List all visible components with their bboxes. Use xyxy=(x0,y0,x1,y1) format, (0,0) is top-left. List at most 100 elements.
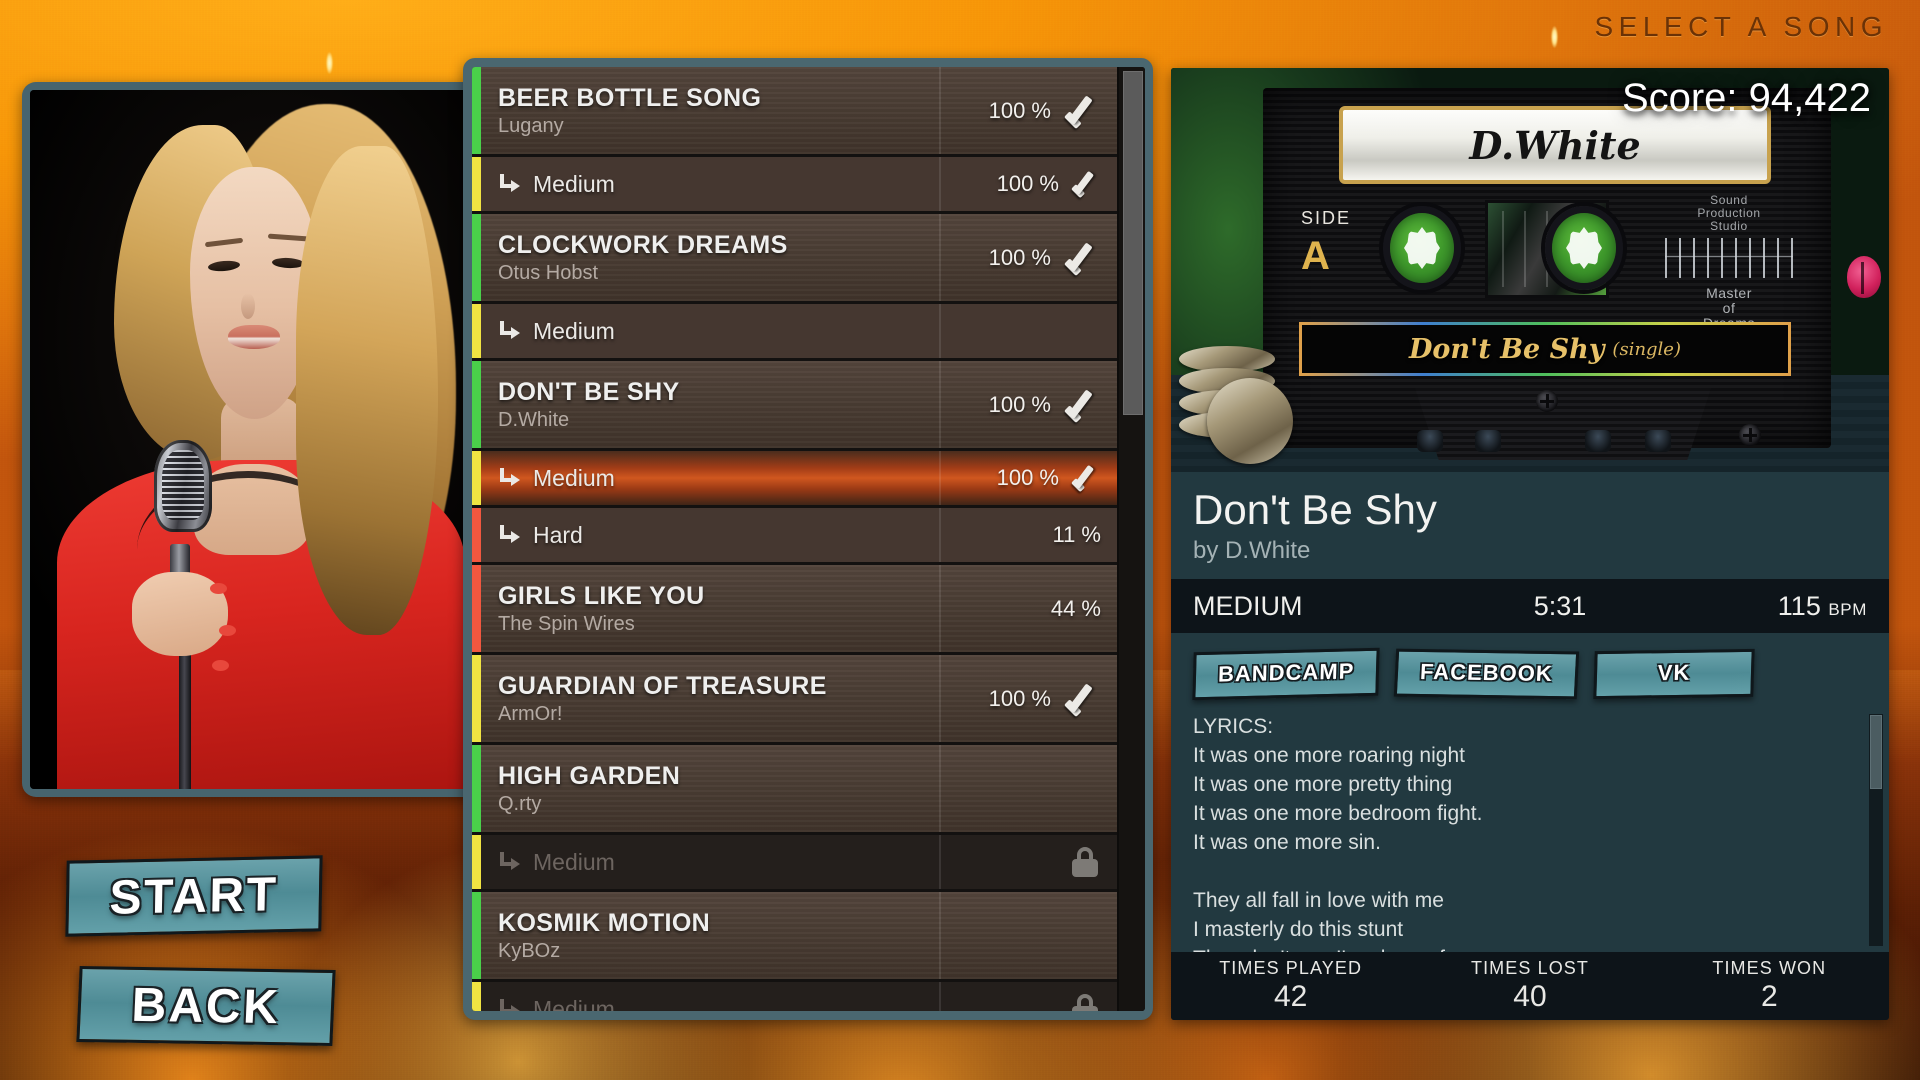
lyrics-heading: LYRICS: xyxy=(1193,715,1274,739)
score-label: Score: 94,422 xyxy=(1621,76,1871,120)
difficulty-color-bar xyxy=(472,982,481,1011)
row-status: 44 % xyxy=(939,565,1117,652)
row-body: Medium xyxy=(472,318,939,345)
song-title: GIRLS LIKE YOU xyxy=(498,581,705,610)
stat-times-played-key: TIMES PLAYED xyxy=(1219,958,1363,978)
difficulty-list-item[interactable]: Hard 11 % xyxy=(472,508,1117,565)
song-list-scroll-thumb[interactable] xyxy=(1123,71,1143,415)
row-body: BEER BOTTLE SONG Lugany xyxy=(472,84,939,138)
row-status xyxy=(939,892,1117,979)
cassette-side-word: SIDE xyxy=(1301,208,1352,228)
microphone-icon xyxy=(154,439,213,532)
equalizer-icon xyxy=(1665,238,1793,278)
screw-icon xyxy=(1739,424,1761,446)
difficulty-color-bar xyxy=(472,157,481,211)
arrow-down-right-icon xyxy=(498,321,520,341)
facebook-link-button[interactable]: FACEBOOK xyxy=(1394,648,1580,700)
song-title: HIGH GARDEN xyxy=(498,761,681,790)
cassette-studio-text: Sound Production Studio xyxy=(1697,193,1761,233)
song-list-item[interactable]: GIRLS LIKE YOU The Spin Wires 44 % xyxy=(472,565,1117,655)
external-links: BANDCAMP FACEBOOK VK xyxy=(1171,633,1889,709)
song-detail-panel: D.White SIDE A Sound Production Studio M… xyxy=(1171,68,1889,1020)
song-list-item[interactable]: CLOCKWORK DREAMS Otus Hobst 100 % xyxy=(472,214,1117,304)
cassette-side-letter: A xyxy=(1301,234,1330,278)
row-status xyxy=(939,835,1117,889)
song-list-item[interactable]: BEER BOTTLE SONG Lugany 100 % xyxy=(472,67,1117,157)
check-icon xyxy=(1061,95,1101,127)
lock-icon xyxy=(1071,994,1099,1011)
start-button-label: START xyxy=(109,867,279,925)
back-button[interactable]: BACK xyxy=(76,966,336,1046)
arrow-down-right-icon xyxy=(498,525,520,545)
row-status: 100 % xyxy=(939,67,1117,154)
difficulty-list-item[interactable]: Medium xyxy=(472,982,1117,1011)
stat-times-won-value: 2 xyxy=(1760,980,1778,1013)
difficulty-label: Medium xyxy=(533,464,615,491)
stat-times-played-value: 42 xyxy=(1273,980,1308,1013)
cassette-artist-text: D.White xyxy=(1469,122,1641,168)
singer-photo-panel xyxy=(22,82,482,797)
song-title: BEER BOTTLE SONG xyxy=(498,83,762,112)
meta-duration: 5:31 xyxy=(1533,590,1587,621)
difficulty-color-bar xyxy=(472,655,481,742)
song-artist: The Spin Wires xyxy=(498,612,635,635)
difficulty-color-bar xyxy=(472,304,481,358)
row-status: 11 % xyxy=(939,508,1117,562)
ladybug-icon xyxy=(1847,256,1881,298)
bandcamp-link-button[interactable]: BANDCAMP xyxy=(1192,647,1380,701)
difficulty-list-item[interactable]: Medium 100 % xyxy=(472,451,1117,508)
check-icon xyxy=(1061,242,1101,274)
completion-percent: 100 % xyxy=(988,391,1051,417)
row-body: KOSMIK MOTION KyBOz xyxy=(472,909,939,963)
row-status: 100 % xyxy=(939,655,1117,742)
spark-icon xyxy=(326,52,333,74)
stat-times-lost: TIMES LOST 40 xyxy=(1410,958,1649,1014)
arrow-down-right-icon xyxy=(498,468,520,488)
check-icon xyxy=(1069,465,1101,491)
stat-times-lost-key: TIMES LOST xyxy=(1470,958,1589,978)
difficulty-label-wrap: Medium xyxy=(498,849,939,876)
song-list-item[interactable]: DON'T BE SHY D.White 100 % xyxy=(472,361,1117,451)
difficulty-list-item[interactable]: Medium xyxy=(472,304,1117,361)
difficulty-label: Hard xyxy=(533,521,583,548)
row-status xyxy=(939,745,1117,832)
arrow-down-right-icon xyxy=(498,174,520,194)
song-meta-bar: MEDIUM 5:31 115 BPM xyxy=(1171,579,1889,634)
song-title: KOSMIK MOTION xyxy=(498,908,711,937)
completion-percent: 100 % xyxy=(988,97,1051,123)
difficulty-label: Medium xyxy=(533,995,615,1012)
song-title: DON'T BE SHY xyxy=(498,377,680,406)
song-list-item[interactable]: GUARDIAN OF TREASURE ArmOr! 100 % xyxy=(472,655,1117,745)
arrow-down-right-icon xyxy=(498,999,520,1011)
row-body: Medium xyxy=(472,465,939,492)
song-title: CLOCKWORK DREAMS xyxy=(498,230,788,259)
detail-song-artist: by D.White xyxy=(1193,537,1311,565)
difficulty-label-wrap: Medium xyxy=(498,318,939,345)
difficulty-color-bar xyxy=(472,835,481,889)
difficulty-list-item[interactable]: Medium 100 % xyxy=(472,157,1117,214)
song-artist: Lugany xyxy=(498,114,564,137)
row-status: 100 % xyxy=(939,157,1117,211)
song-list-item[interactable]: HIGH GARDEN Q.rty xyxy=(472,745,1117,835)
song-title: GUARDIAN OF TREASURE xyxy=(498,671,827,700)
song-list-item[interactable]: KOSMIK MOTION KyBOz xyxy=(472,892,1117,982)
row-status xyxy=(939,982,1117,1011)
vk-link-button[interactable]: VK xyxy=(1593,648,1755,700)
lyrics-box[interactable]: LYRICS: It was one more roaring night It… xyxy=(1171,708,1869,952)
song-list-scrollbar[interactable] xyxy=(1117,67,1145,1011)
row-body: Medium xyxy=(472,995,939,1012)
completion-percent: 100 % xyxy=(996,171,1059,196)
cassette-title-strip: Don't Be Shy (single) xyxy=(1299,322,1791,376)
meta-bpm-value: 115 xyxy=(1777,590,1821,621)
lyrics-section: LYRICS: It was one more roaring night It… xyxy=(1171,708,1889,952)
lyrics-scrollbar[interactable] xyxy=(1869,714,1883,946)
meta-bpm-unit: BPM xyxy=(1828,599,1867,619)
lyrics-scroll-thumb[interactable] xyxy=(1870,715,1882,790)
vk-link-label: VK xyxy=(1657,659,1691,686)
row-status: 100 % xyxy=(939,361,1117,448)
start-button[interactable]: START xyxy=(65,855,323,937)
difficulty-list-item[interactable]: Medium xyxy=(472,835,1117,892)
difficulty-color-bar xyxy=(472,361,481,448)
song-list[interactable]: BEER BOTTLE SONG Lugany 100 % Medium 100 % CL… xyxy=(472,67,1117,1011)
difficulty-label: Medium xyxy=(533,317,615,344)
